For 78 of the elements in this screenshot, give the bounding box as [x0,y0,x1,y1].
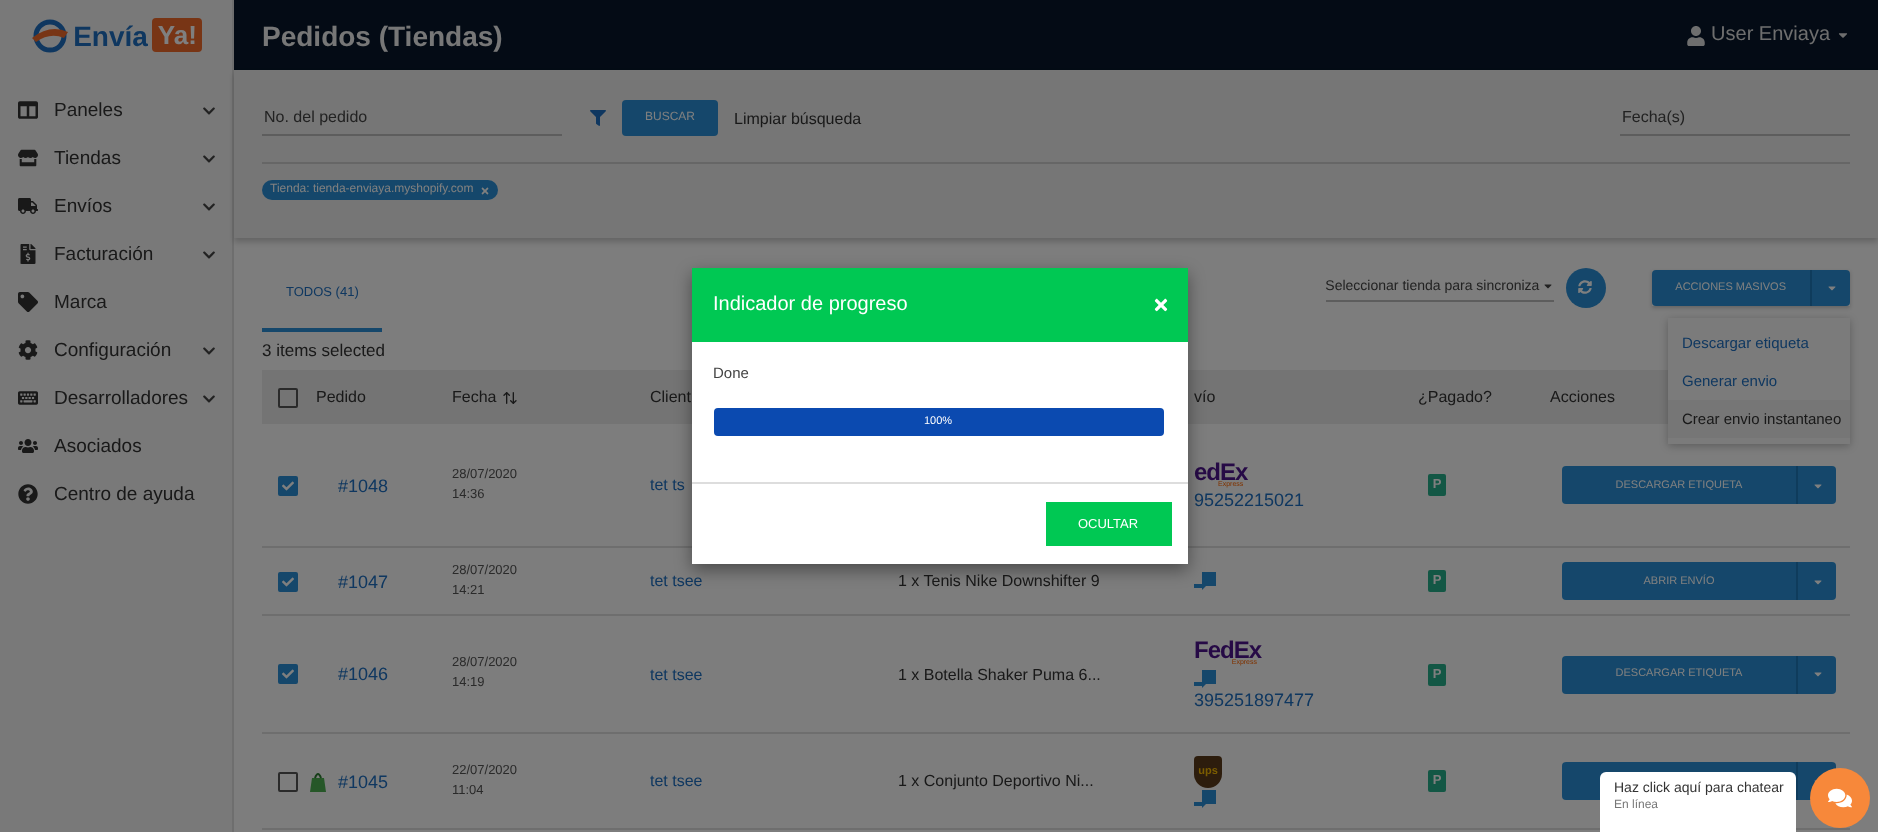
chevron-icon [202,151,216,165]
client-link[interactable]: tet tsee [650,665,703,683]
brand-logo-badge: Ya! [151,18,203,52]
chat-icon [1828,786,1852,810]
sidebar-item[interactable]: Facturación [0,230,232,278]
nav-icon [18,436,38,456]
column-header: ¿Pagado? [1418,388,1492,406]
column-header: Client [650,388,691,406]
sidebar-item[interactable]: Marca [0,278,232,326]
caret-icon [1541,280,1554,292]
sidebar-item[interactable]: Centro de ayuda [0,470,232,518]
sync-icon [1578,280,1593,294]
chevron-icon [202,391,216,405]
globe-logo-icon [29,17,70,53]
dropdown-toggle-button[interactable] [1796,562,1836,600]
sidebar-item[interactable]: Asociados [0,422,232,470]
user-icon [1685,25,1706,45]
close-icon[interactable] [479,185,490,195]
sidebar-item[interactable]: Tiendas [0,134,232,182]
brand-logo-text: Envía [73,19,148,51]
nav-icon [18,148,38,168]
chevron-icon [202,103,216,117]
checkbox[interactable] [278,475,298,495]
client-link[interactable]: tet ts [650,476,685,494]
dropdown-toggle-button[interactable] [1796,655,1836,693]
selection-count: 3 items selected [262,338,385,364]
order-link[interactable]: #1046 [338,664,389,684]
sidebar-item[interactable]: Paneles [0,86,232,134]
nav-icon [18,340,38,360]
caret-icon [1811,575,1823,587]
nav-icon [18,244,38,264]
client-link[interactable]: tet tsee [650,572,703,590]
page-title: Pedidos (Tiendas) [262,19,505,51]
nav-icon [18,388,38,408]
column-header: Pedido [316,388,366,406]
checkbox[interactable] [278,771,298,791]
caret-icon [1811,479,1823,491]
column-header: Acciones [1550,388,1615,406]
nav-icon [18,292,38,312]
caret-icon [1811,668,1823,680]
checkbox[interactable] [278,571,298,591]
tracking-number[interactable]: 395251897477 [1194,689,1418,710]
caret-icon [1825,281,1837,293]
sort-icon[interactable] [502,389,519,405]
client-link[interactable]: tet tsee [650,772,703,790]
nav-icon [18,100,38,120]
caret-icon[interactable] [1836,28,1850,42]
sidebar-item[interactable]: Desarrolladores [0,374,232,422]
sidebar-item[interactable]: Configuración [0,326,232,374]
nav-icon [18,196,38,216]
sync-button[interactable] [1565,267,1606,307]
user-menu[interactable]: User Enviaya [1711,24,1830,46]
close-icon [1151,296,1169,314]
tracking-number[interactable]: 95252215021 [1194,490,1418,511]
column-header: Fecha [452,388,497,406]
order-link[interactable]: #1047 [338,571,389,591]
order-link[interactable]: #1048 [338,475,389,495]
product-text: 1 x Tenis Nike Downshifter 9 [898,572,1100,590]
dropdown-toggle-button[interactable] [1796,466,1836,504]
chevron-icon [202,199,216,213]
clear-search-link[interactable]: Limpiar búsqueda [734,109,862,127]
chevron-icon [202,343,216,357]
column-header: vío [1194,388,1216,406]
date-field[interactable]: Fecha(s) [1620,100,1850,136]
checkbox[interactable] [278,387,298,407]
close-button[interactable] [1151,296,1169,314]
product-text: 1 x Conjunto Deportivo Ni... [898,772,1094,790]
dialog-title: Indicador de progreso [713,294,908,316]
dropdown-toggle-button[interactable] [1810,269,1850,305]
order-number-field[interactable]: No. del pedido [262,100,562,136]
nav-icon [18,484,38,504]
sidebar-item[interactable]: Envíos [0,182,232,230]
chevron-icon [202,247,216,261]
checkbox[interactable] [278,664,298,684]
chat-button[interactable] [1810,768,1870,828]
product-text: 1 x Botella Shaker Puma 6... [898,665,1101,683]
filter-icon[interactable] [590,110,606,126]
order-link[interactable]: #1045 [338,771,389,791]
